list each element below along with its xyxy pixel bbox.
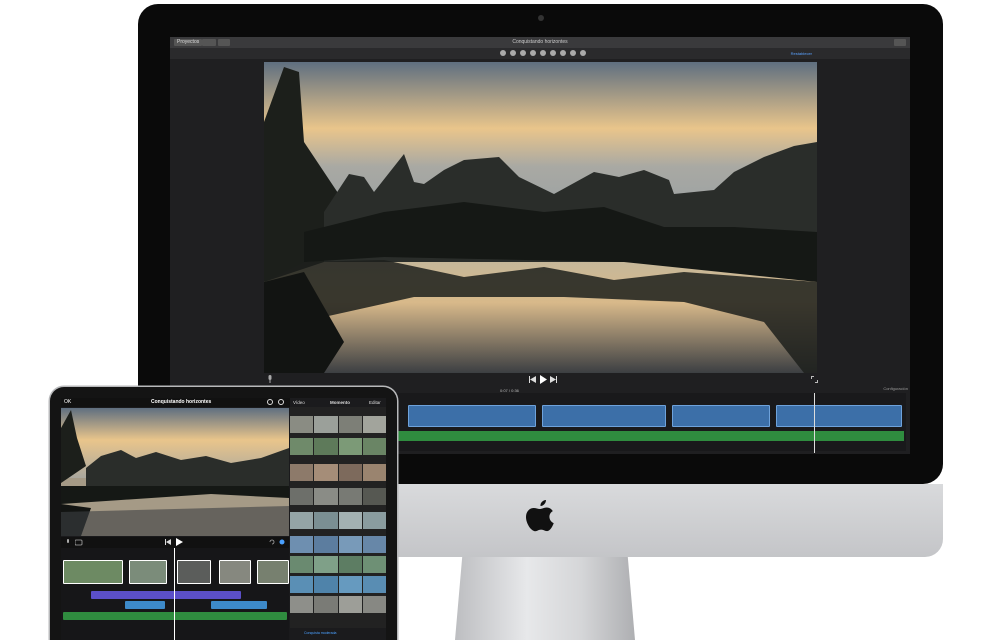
play-icon[interactable] [176,538,183,546]
ipad-clip-5[interactable] [257,560,289,584]
imac-stand [455,557,635,640]
clip-filter-icon[interactable] [570,50,576,56]
adjustment-toolbar: Restablecer [170,48,910,59]
media-row[interactable] [290,576,386,593]
landscape-frame [264,62,817,373]
ipad-clip-2[interactable] [129,560,167,584]
media-row[interactable] [290,488,386,505]
fullscreen-toggle-button[interactable] [894,39,906,46]
ipad-landscape-frame [61,408,289,536]
playback-controls [170,374,910,386]
media-row[interactable] [290,512,386,529]
ok-button[interactable]: OK [64,399,71,405]
ipad-audio-clip-1[interactable] [125,601,165,609]
speed-icon[interactable] [560,50,566,56]
media-tab-edit[interactable]: Editar [369,400,381,405]
ipad-timeline [61,548,289,640]
timeline-clip-2[interactable] [542,405,666,427]
adjustment-icons [500,50,586,56]
media-row[interactable] [290,556,386,573]
crop-icon[interactable] [520,50,526,56]
ipad-media-browser: Vídeo Momento Editar Conquista moderada [290,398,386,640]
play-icon[interactable] [539,375,547,384]
help-icon[interactable] [267,399,273,405]
noise-reduction-icon[interactable] [550,50,556,56]
timeline-clip-4[interactable] [776,405,902,427]
ipad-playhead[interactable] [174,548,175,640]
microphone-icon[interactable] [65,539,71,546]
undo-icon[interactable] [269,539,275,545]
background-music-track[interactable] [396,431,904,441]
video-viewer [264,62,817,373]
timeline-clip-3[interactable] [672,405,770,427]
camera-icon [538,15,544,21]
window-title: Conquistando horizontes [512,39,568,45]
ipad-screen: OK Conquistando horizontes Vídeo Momento… [61,398,386,640]
info-icon[interactable] [580,50,586,56]
ipad-clip-3[interactable] [177,560,211,584]
playhead[interactable] [814,393,815,453]
media-row[interactable] [290,416,386,433]
color-balance-icon[interactable] [500,50,506,56]
volume-icon[interactable] [540,50,546,56]
timeline-clip-1[interactable] [408,405,536,427]
ipad-clip-1[interactable] [63,560,123,584]
ipad-audio-clip-2[interactable] [211,601,267,609]
media-footer-label[interactable]: Conquista moderada [304,631,337,635]
camera-icon[interactable] [75,539,83,546]
ipad-project-title: Conquistando horizontes [151,399,212,405]
fullscreen-icon[interactable] [811,376,818,383]
microphone-icon[interactable] [266,375,274,383]
title-bar: Proyectos Conquistando horizontes [170,37,910,48]
media-row[interactable] [290,464,386,481]
ipad-voiceover-track[interactable] [91,591,241,599]
skip-forward-icon[interactable] [550,376,558,383]
media-tab-moments[interactable]: Momento [330,400,350,405]
settings-icon[interactable] [278,399,284,405]
media-row[interactable] [290,536,386,553]
ipad-music-track[interactable] [63,612,287,620]
add-media-icon[interactable] [279,539,285,545]
settings-button[interactable]: Configuración [883,386,908,391]
media-tab-video[interactable]: Vídeo [293,400,305,405]
ipad-top-icons [267,399,284,405]
timeline [396,393,906,453]
media-row[interactable] [290,596,386,613]
media-browser-header: Vídeo Momento Editar [290,398,386,407]
apple-logo-icon [526,500,554,532]
ipad-playback-controls [61,537,289,548]
color-correction-icon[interactable] [510,50,516,56]
media-row[interactable] [290,438,386,455]
reset-all-button[interactable]: Restablecer [791,51,812,56]
skip-back-icon[interactable] [528,376,536,383]
skip-back-icon[interactable] [165,539,171,545]
ipad-clip-4[interactable] [219,560,251,584]
ipad-video-viewer [61,408,289,536]
stabilization-icon[interactable] [530,50,536,56]
media-browser-footer: Conquista moderada [290,628,386,640]
